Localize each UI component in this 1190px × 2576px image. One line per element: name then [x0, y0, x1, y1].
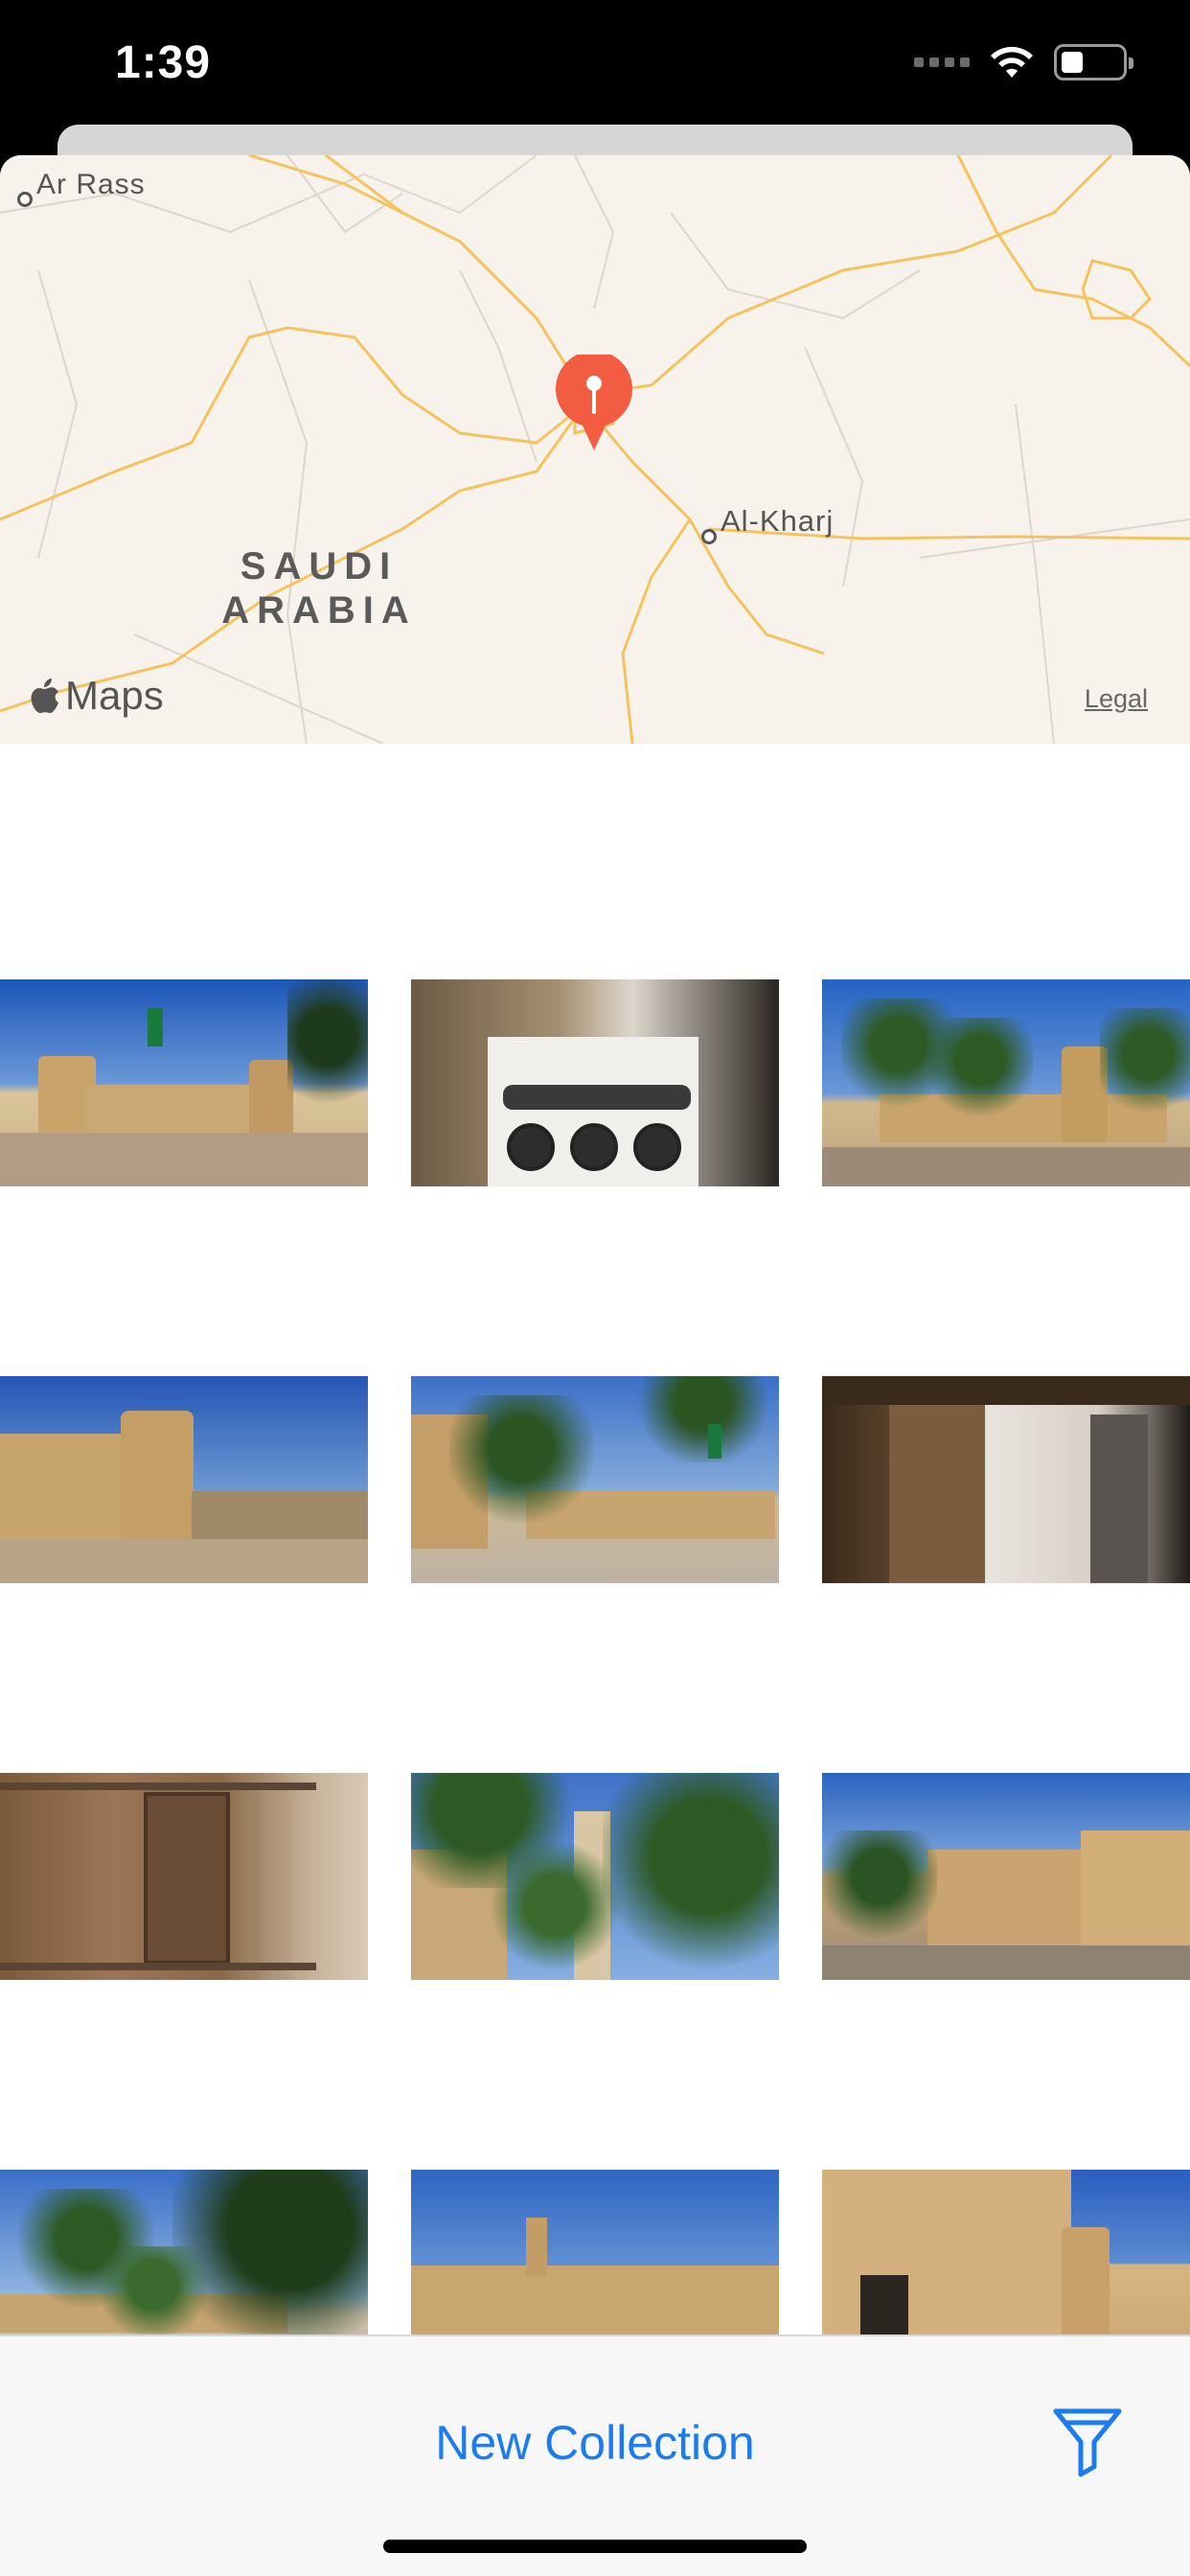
status-icons [914, 44, 1133, 80]
map-label-al-kharj: Al-Kharj [721, 504, 835, 538]
photo-album-sheet: Ar Rass Al-Kharj SAUDI ARABIA Maps Legal [0, 155, 1190, 2576]
town-dot-ar-rass [17, 192, 33, 207]
map-label-country: SAUDI ARABIA [221, 545, 417, 632]
photo-fortress-palms[interactable] [822, 979, 1190, 1186]
photo-wooden-door[interactable] [0, 1773, 368, 1980]
photo-doorway-interior[interactable] [822, 1376, 1190, 1583]
photo-fortress-flag[interactable] [0, 979, 368, 1186]
map-view[interactable]: Ar Rass Al-Kharj SAUDI ARABIA Maps Legal [0, 155, 1190, 744]
battery-icon [1054, 44, 1133, 80]
maps-attribution: Maps [29, 673, 164, 719]
photo-inscription-plaque[interactable] [411, 979, 779, 1186]
status-time: 1:39 [115, 37, 212, 88]
new-collection-button[interactable]: New Collection [0, 2415, 1190, 2471]
town-dot-al-kharj [701, 529, 717, 544]
home-indicator [383, 2540, 807, 2553]
photo-palm-square-flag[interactable] [411, 1376, 779, 1583]
photo-modern-building[interactable] [822, 1773, 1190, 1980]
legal-link[interactable]: Legal [1085, 684, 1148, 714]
screen: 1:39 Ar Rass Al-Kharj SAUDI ARABIA Maps … [0, 0, 1190, 2576]
bottom-toolbar: New Collection [0, 2334, 1190, 2576]
cellular-signal-icon [914, 58, 970, 67]
battery-level [1062, 52, 1083, 73]
map-pin-icon[interactable] [554, 355, 634, 452]
status-bar: 1:39 [0, 0, 1190, 134]
maps-attribution-text: Maps [65, 673, 164, 718]
photo-clocktower-palms[interactable] [411, 1773, 779, 1980]
map-label-ar-rass: Ar Rass [36, 169, 146, 200]
photo-tower-wall[interactable] [0, 1376, 368, 1583]
wifi-icon [991, 46, 1033, 78]
filter-icon[interactable] [1050, 2404, 1125, 2478]
apple-logo-icon [31, 678, 58, 714]
